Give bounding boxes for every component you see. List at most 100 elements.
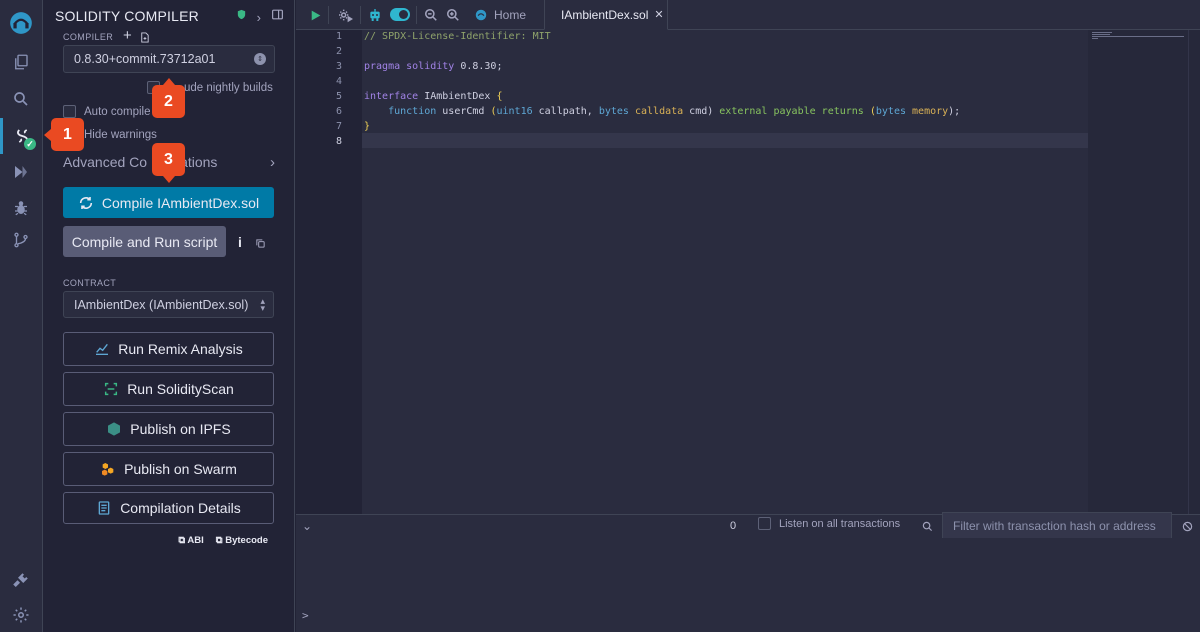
run-solidityscan-label: Run SolidityScan (127, 381, 234, 397)
nightly-label: ude nightly builds (184, 81, 273, 94)
search-icon[interactable] (0, 81, 42, 117)
publish-ipfs-button[interactable]: Publish on IPFS (63, 412, 274, 446)
minimap-line (1092, 32, 1112, 33)
listen-all-transactions-checkbox[interactable]: Listen on all transactions (758, 517, 900, 530)
compile-button-label: Compile IAmbientDex.sol (101, 194, 260, 211)
hide-warnings-label: Hide warnings (84, 128, 157, 141)
contract-select[interactable]: IAmbientDex (IAmbientDex.sol) ▴ ▾ (63, 291, 274, 318)
listen-checkbox-box[interactable] (758, 517, 771, 530)
line-number: 7 (335, 121, 342, 132)
tab-home[interactable]: Home (464, 0, 536, 30)
add-compiler-icon[interactable]: + (123, 27, 132, 44)
code-line-6: function userCmd (uint16 callpath, bytes… (388, 106, 961, 117)
listen-label: Listen on all transactions (779, 517, 901, 530)
contract-label: CONTRACT (63, 278, 117, 288)
panel-header-icons: › (236, 8, 284, 26)
line-number: 5 (335, 91, 342, 102)
info-icon[interactable]: i (238, 234, 242, 250)
publish-swarm-button[interactable]: Publish on Swarm (63, 452, 274, 486)
chevron-right-icon: › (270, 154, 275, 171)
toolbar-divider (416, 6, 417, 24)
settings-gear-icon[interactable] (0, 597, 42, 632)
scan-icon (105, 382, 118, 396)
solidity-compiler-icon[interactable]: ✓ (0, 118, 42, 154)
auto-compile-label: Auto compile (84, 105, 151, 118)
step-callout-2: 2 (152, 78, 185, 118)
editor-vertical-scrollbar[interactable] (1188, 30, 1200, 514)
clear-console-icon[interactable] (1182, 519, 1193, 537)
swarm-icon (102, 463, 114, 476)
search-icon (922, 519, 933, 537)
icon-rail: ✓ (0, 0, 43, 632)
terminal-output[interactable]: > (296, 538, 1200, 632)
contract-value: IAmbientDex (IAmbientDex.sol) (74, 297, 249, 312)
tab-file-label: IAmbientDex.sol (561, 7, 649, 22)
code-line-7: } (364, 121, 371, 132)
minimap-line (1092, 36, 1184, 37)
run-remix-analysis-button[interactable]: Run Remix Analysis (63, 332, 274, 366)
code-minimap[interactable] (1088, 30, 1188, 514)
minimap-line (1092, 38, 1098, 39)
compile-run-script-button[interactable]: Compile and Run script (63, 226, 226, 257)
shield-icon[interactable] (236, 8, 247, 26)
collapse-terminal-icon[interactable]: ⌄ (302, 519, 312, 533)
copy-abi-link[interactable]: ⧉ ABI (178, 535, 203, 546)
ai-robot-icon[interactable] (366, 6, 384, 24)
updown-arrows-icon: ▴ ▾ (260, 295, 265, 313)
line-number: 4 (335, 76, 342, 87)
code-line-1: // SPDX-License-Identifier: MIT (364, 31, 551, 42)
zoom-in-icon[interactable] (444, 6, 462, 24)
step-callout-1: 1 (44, 118, 84, 151)
advanced-label-start: Advanced Co (63, 154, 148, 170)
line-number: 8 (335, 136, 342, 147)
file-explorer-icon[interactable] (0, 44, 42, 80)
debugger-icon[interactable] (0, 190, 42, 226)
settings-run-icon[interactable] (336, 6, 354, 24)
copy-links: ⧉ ABI ⧉ Bytecode (178, 535, 268, 546)
code-line-3: pragma solidity 0.8.30; (364, 61, 503, 72)
analysis-chart-icon (96, 343, 109, 355)
document-icon (98, 501, 110, 515)
auto-compile-checkbox[interactable]: Auto compile (63, 105, 150, 118)
close-tab-icon[interactable]: ✕ (654, 8, 663, 21)
line-number-gutter: 1 2 3 4 5 6 7 8 (296, 30, 362, 514)
compiler-version-value: 0.8.30+commit.73712a01 (74, 52, 216, 66)
compilation-details-button[interactable]: Compilation Details (63, 492, 274, 524)
tab-home-label: Home (494, 8, 527, 22)
zoom-out-icon[interactable] (422, 6, 440, 24)
code-editor[interactable]: 1 2 3 4 5 6 7 8 // SPDX-License-Identifi… (296, 30, 1200, 514)
remix-logo-icon[interactable] (0, 4, 42, 42)
plugin-manager-icon[interactable] (0, 562, 42, 598)
bytecode-label: Bytecode (225, 535, 268, 546)
copy-bytecode-link[interactable]: ⧉ Bytecode (216, 535, 268, 546)
publish-ipfs-label: Publish on IPFS (130, 421, 231, 437)
copy-icon[interactable] (255, 236, 266, 254)
toolbar-divider (360, 6, 361, 24)
step-callout-3: 3 (152, 143, 185, 183)
compiler-version-select[interactable]: 0.8.30+commit.73712a01 ⇕ (63, 45, 275, 73)
run-solidityscan-button[interactable]: Run SolidityScan (63, 372, 274, 406)
toolbar-divider (328, 6, 329, 24)
tab-iambientdex-sol[interactable]: IAmbientDex.sol ✕ (544, 0, 668, 30)
filter-placeholder: Filter with transaction hash or address (953, 519, 1156, 533)
panel-toggle-icon[interactable] (271, 8, 284, 26)
auto-compile-box[interactable] (63, 105, 76, 118)
transaction-filter-input[interactable]: Filter with transaction hash or address (942, 512, 1172, 540)
editor-toolbar: Home IAmbientDex.sol ✕ (296, 0, 1200, 30)
code-area[interactable]: // SPDX-License-Identifier: MIT pragma s… (362, 30, 1088, 514)
ai-toggle-switch[interactable] (390, 8, 410, 21)
deploy-run-icon[interactable] (0, 154, 42, 190)
line-number: 1 (335, 31, 342, 42)
run-remix-analysis-label: Run Remix Analysis (118, 341, 243, 357)
compile-button[interactable]: Compile IAmbientDex.sol (63, 187, 274, 218)
compilation-details-label: Compilation Details (120, 500, 241, 516)
compile-run-label: Compile and Run script (71, 233, 218, 250)
ipfs-icon (108, 422, 121, 436)
terminal-toolbar: ⌄ 0 Listen on all transactions Filter wi… (296, 512, 1200, 540)
chevron-right-icon[interactable]: › (257, 10, 261, 25)
select-caret-icon: ⇕ (254, 53, 266, 65)
git-icon[interactable] (0, 222, 42, 258)
remix-home-icon (475, 9, 487, 21)
panel-title: SOLIDITY COMPILER (55, 8, 199, 24)
run-play-icon[interactable] (306, 6, 324, 24)
